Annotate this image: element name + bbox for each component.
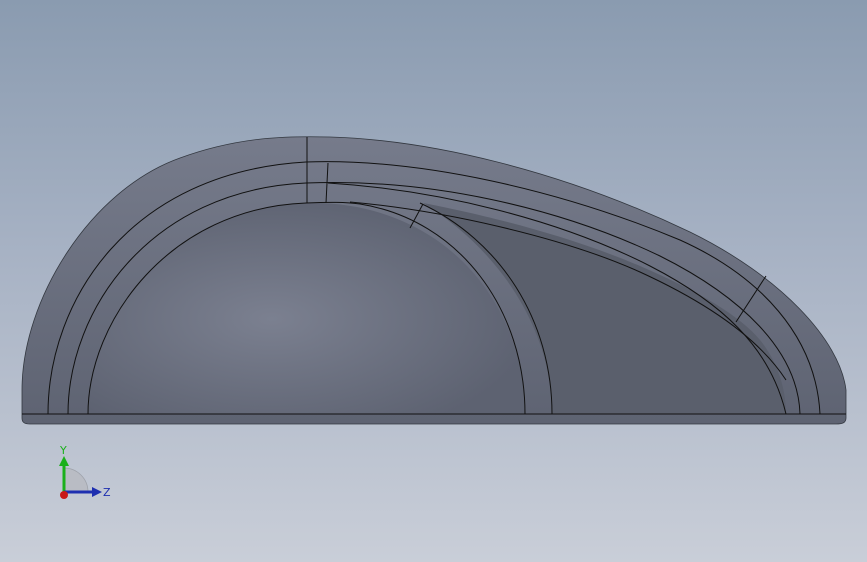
y-axis-label: Y [59,444,67,457]
coordinate-triad: Y Z [59,444,111,499]
x-axis-point [60,491,68,499]
y-axis-arrow [59,456,69,466]
mouse-shell-model[interactable] [0,0,867,562]
z-axis-label: Z [103,486,111,499]
z-axis-arrow [92,487,102,497]
graphics-viewport[interactable]: Y Z [0,0,867,562]
triad-origin-sector [63,467,89,493]
